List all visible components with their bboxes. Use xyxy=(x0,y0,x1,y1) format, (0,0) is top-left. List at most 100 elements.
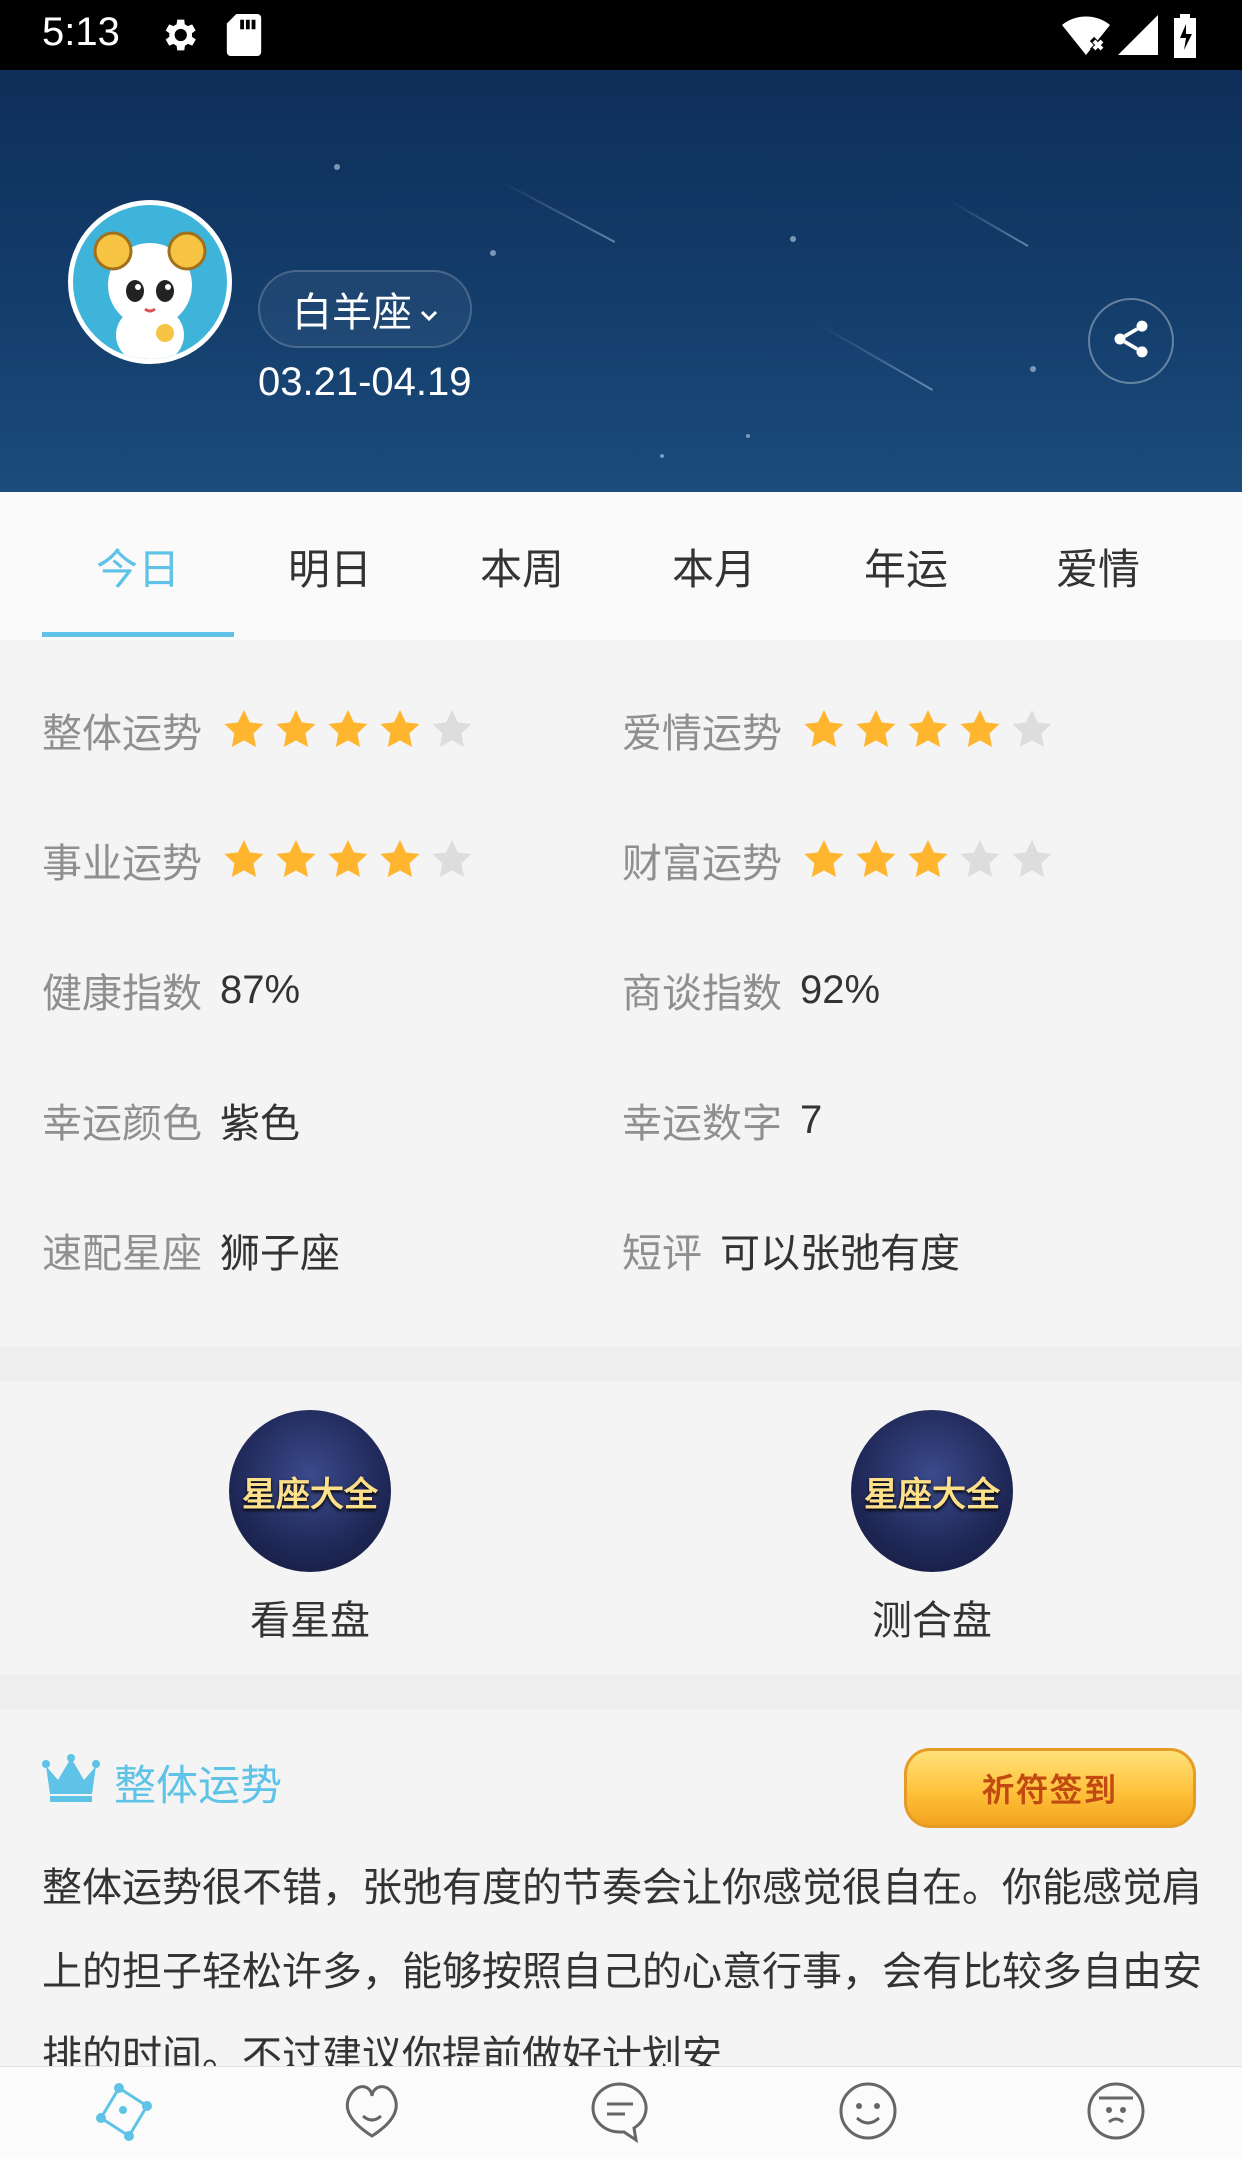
comment-row: 短评 可以张弛有度 xyxy=(622,1210,960,1290)
match-sign-row: 速配星座 狮子座 xyxy=(42,1210,340,1290)
constellation-icon xyxy=(89,2076,159,2150)
tab-tomorrow[interactable]: 明日 xyxy=(234,492,426,640)
tab-month[interactable]: 本月 xyxy=(618,492,810,640)
star-empty-icon xyxy=(1012,840,1052,877)
overall-fortune-header: 整体运势 xyxy=(42,1752,282,1813)
date-range: 03.21-04.19 xyxy=(258,360,472,404)
view-chart-tool[interactable]: 星座大全 看星盘 xyxy=(200,1410,420,1646)
nav-mood[interactable] xyxy=(744,2077,992,2149)
overall-fortune-stars xyxy=(220,706,476,754)
tab-indicator xyxy=(42,632,234,637)
star-filled-icon xyxy=(224,710,264,747)
lucky-number-row: 幸运数字 7 xyxy=(622,1080,822,1160)
star-filled-icon xyxy=(380,710,420,747)
sign-name: 白羊座 xyxy=(292,290,412,336)
wealth-fortune-stars xyxy=(800,836,1056,884)
negotiation-index-label: 商谈指数 xyxy=(622,971,782,1017)
star-filled-icon xyxy=(328,710,368,747)
nav-love[interactable] xyxy=(248,2077,496,2149)
love-face-icon xyxy=(337,2076,407,2150)
signal-icon xyxy=(1118,14,1158,60)
lucky-number-label: 幸运数字 xyxy=(622,1101,782,1147)
match-sign-label: 速配星座 xyxy=(42,1231,202,1277)
period-tabs: 今日 明日 本周 本月 年运 爱情 xyxy=(0,492,1242,640)
tab-year[interactable]: 年运 xyxy=(810,492,1002,640)
career-fortune-stars xyxy=(220,836,476,884)
overall-fortune-text: 整体运势很不错，张弛有度的节奏会让你感觉很自在。你能感觉肩上的担子轻松许多，能够… xyxy=(42,1865,1202,2066)
negotiation-index-row: 商谈指数 92% xyxy=(622,950,880,1030)
lucky-color-label: 幸运颜色 xyxy=(42,1101,202,1147)
chat-icon xyxy=(585,2076,655,2150)
star-filled-icon xyxy=(380,840,420,877)
star-empty-icon xyxy=(432,840,472,877)
wealth-fortune-label: 财富运势 xyxy=(622,841,782,887)
tab-today[interactable]: 今日 xyxy=(42,492,234,640)
nav-profile[interactable] xyxy=(992,2077,1240,2149)
career-fortune-row: 事业运势 xyxy=(42,820,476,900)
nav-chat[interactable] xyxy=(496,2077,744,2149)
star-filled-icon xyxy=(856,840,896,877)
star-filled-icon xyxy=(908,710,948,747)
star-empty-icon xyxy=(1012,710,1052,747)
health-index-value: 87% xyxy=(220,967,301,1012)
lucky-number-value: 7 xyxy=(800,1097,823,1142)
synastry-label: 测合盘 xyxy=(872,1598,992,1644)
match-sign-value: 狮子座 xyxy=(220,1232,340,1276)
view-chart-badge: 星座大全 xyxy=(229,1410,391,1572)
tab-week[interactable]: 本周 xyxy=(426,492,618,640)
overall-fortune-section: 整体运势 祈符签到 整体运势很不错，张弛有度的节奏会让你感觉很自在。你能感觉肩上… xyxy=(0,1710,1242,2066)
career-fortune-label: 事业运势 xyxy=(42,841,202,887)
status-time: 5:13 xyxy=(42,10,120,54)
wealth-fortune-row: 财富运势 xyxy=(622,820,1056,900)
love-fortune-stars xyxy=(800,706,1056,754)
aries-avatar[interactable] xyxy=(68,200,232,364)
star-filled-icon xyxy=(960,710,1000,747)
view-chart-label: 看星盘 xyxy=(250,1598,370,1644)
settings-icon xyxy=(158,14,200,60)
star-empty-icon xyxy=(432,710,472,747)
star-filled-icon xyxy=(328,840,368,877)
tab-love[interactable]: 爱情 xyxy=(1002,492,1194,640)
star-filled-icon xyxy=(276,840,316,877)
share-button[interactable] xyxy=(1088,298,1174,384)
star-filled-icon xyxy=(224,840,264,877)
overall-fortune-title: 整体运势 xyxy=(114,1761,283,1810)
star-filled-icon xyxy=(804,710,844,747)
status-bar: 5:13 xyxy=(0,0,1242,70)
star-filled-icon xyxy=(804,840,844,877)
star-filled-icon xyxy=(856,710,896,747)
overall-fortune-row: 整体运势 xyxy=(42,690,476,770)
nav-horoscope[interactable] xyxy=(0,2077,248,2149)
section-divider xyxy=(0,1674,1242,1710)
negotiation-index-value: 92% xyxy=(800,967,881,1012)
sign-selector[interactable]: 白羊座 xyxy=(258,270,472,348)
section-divider xyxy=(0,1346,1242,1382)
sd-card-icon xyxy=(226,14,262,60)
chart-tools: 星座大全 看星盘 星座大全 测合盘 xyxy=(0,1382,1242,1674)
star-empty-icon xyxy=(960,840,1000,877)
star-filled-icon xyxy=(908,840,948,877)
fortune-grid: 整体运势 爱情运势 事业运势 财富运势 健康指数 87% 商谈指数 92% 幸运… xyxy=(0,648,1242,1344)
health-index-row: 健康指数 87% xyxy=(42,950,300,1030)
love-fortune-label: 爱情运势 xyxy=(622,711,782,757)
wifi-icon xyxy=(1062,14,1110,60)
sign-header: 白羊座 03.21-04.19 xyxy=(0,70,1242,492)
synastry-badge: 星座大全 xyxy=(851,1410,1013,1572)
lucky-color-value: 紫色 xyxy=(220,1102,300,1146)
synastry-tool[interactable]: 星座大全 测合盘 xyxy=(822,1410,1042,1646)
smile-icon xyxy=(833,2076,903,2150)
health-index-label: 健康指数 xyxy=(42,971,202,1017)
chevron-down-icon xyxy=(420,286,438,332)
comment-value: 可以张弛有度 xyxy=(720,1232,960,1276)
overall-fortune-label: 整体运势 xyxy=(42,711,202,757)
lucky-color-row: 幸运颜色 紫色 xyxy=(42,1080,300,1160)
share-icon xyxy=(1109,317,1153,365)
love-fortune-row: 爱情运势 xyxy=(622,690,1056,770)
star-filled-icon xyxy=(276,710,316,747)
crown-icon xyxy=(42,1753,100,1812)
profile-icon xyxy=(1081,2076,1151,2150)
checkin-button[interactable]: 祈符签到 xyxy=(904,1748,1196,1828)
battery-icon xyxy=(1172,14,1198,62)
comment-label: 短评 xyxy=(622,1231,702,1277)
bottom-nav xyxy=(0,2066,1242,2159)
